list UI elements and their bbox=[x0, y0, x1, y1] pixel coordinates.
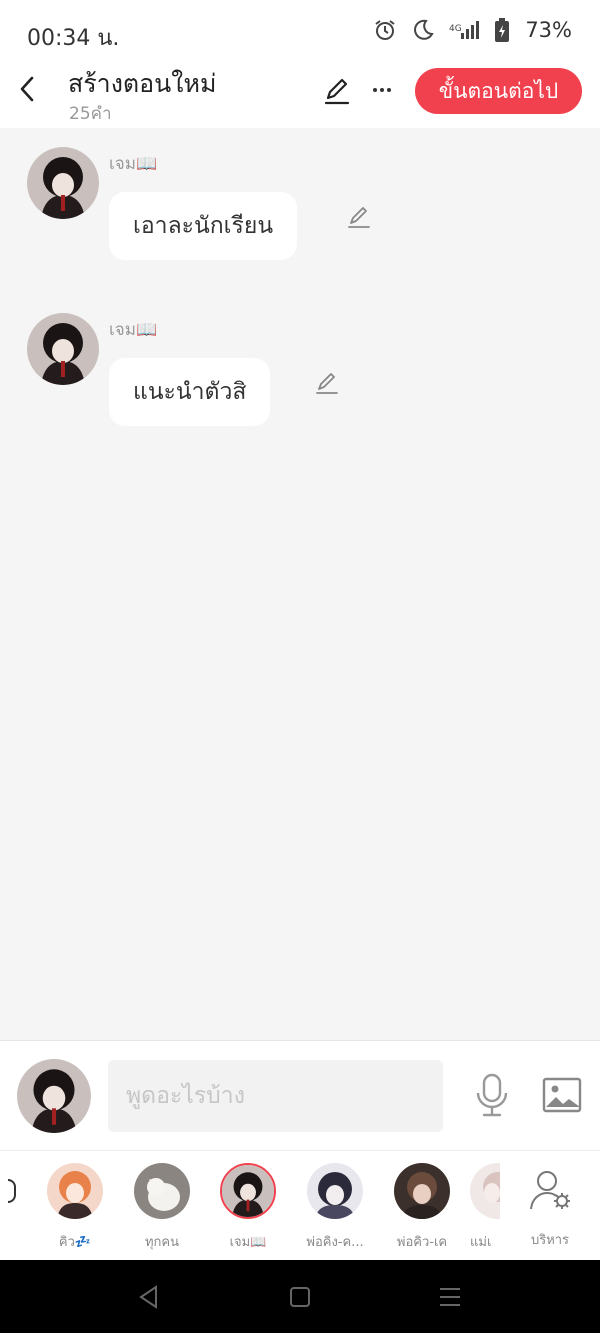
character-avatar bbox=[134, 1163, 190, 1219]
character-selector: คิว💤 ทุกคน เจม📖 พ่อคิง-ค... พ่อคิว-เค แม… bbox=[0, 1150, 600, 1260]
system-nav-bar bbox=[0, 1260, 600, 1333]
character-label: พ่อคิง-ค... bbox=[306, 1235, 364, 1250]
character-label: ทุกคน bbox=[144, 1235, 180, 1250]
dot-icon bbox=[373, 88, 377, 92]
nav-back-button[interactable] bbox=[136, 1284, 162, 1310]
character-avatar bbox=[394, 1163, 450, 1219]
message-bubble[interactable]: แนะนำตัวสิ bbox=[109, 358, 271, 426]
status-time: 00:34 น. bbox=[27, 26, 120, 51]
battery-percent: 73% bbox=[525, 18, 572, 42]
nav-home-button[interactable] bbox=[287, 1284, 313, 1310]
character-label: คิว💤 bbox=[58, 1235, 92, 1250]
image-icon bbox=[542, 1077, 582, 1113]
character-avatar bbox=[47, 1163, 103, 1219]
character-item[interactable]: ทุกคน bbox=[123, 1163, 201, 1252]
word-count: 25คำ bbox=[69, 104, 112, 124]
composer: พูดอะไรบ้าง bbox=[0, 1040, 600, 1150]
character-item[interactable]: พ่อคิง-ค... bbox=[296, 1163, 374, 1252]
menu-lines-icon bbox=[440, 1288, 460, 1306]
character-avatar bbox=[470, 1163, 500, 1219]
nav-menu-button[interactable] bbox=[437, 1284, 463, 1310]
character-avatar-selected bbox=[220, 1163, 276, 1219]
character-item[interactable]: เจม📖 bbox=[209, 1163, 287, 1252]
sender-name: เจม📖 bbox=[109, 154, 158, 174]
triangle-back-icon bbox=[139, 1285, 157, 1309]
message-input[interactable]: พูดอะไรบ้าง bbox=[108, 1060, 443, 1132]
edit-message-button[interactable] bbox=[314, 370, 340, 396]
moon-icon bbox=[414, 19, 434, 40]
status-bar: 00:34 น. 4G 73% bbox=[0, 0, 600, 60]
chevron-left-icon bbox=[20, 76, 34, 102]
current-speaker-avatar[interactable] bbox=[17, 1059, 91, 1133]
message-bubble[interactable]: เอาละนักเรียน bbox=[109, 192, 298, 260]
pencil-icon bbox=[324, 78, 350, 105]
header: สร้างตอนใหม่ 25คำ ขั้นตอนต่อไป bbox=[0, 60, 600, 128]
edit-title-button[interactable] bbox=[322, 76, 352, 106]
user-settings-icon bbox=[530, 1171, 570, 1210]
character-label: แม่เ bbox=[470, 1235, 492, 1250]
edit-message-button[interactable] bbox=[346, 204, 372, 230]
square-home-icon bbox=[290, 1287, 310, 1307]
battery-icon bbox=[495, 18, 510, 42]
pencil-icon bbox=[348, 207, 370, 228]
next-step-button[interactable]: ขั้นตอนต่อไป bbox=[415, 68, 582, 114]
microphone-button[interactable] bbox=[474, 1073, 510, 1117]
manage-characters-button[interactable]: บริหาร bbox=[520, 1169, 580, 1250]
svg-text:4G: 4G bbox=[449, 24, 462, 34]
manage-label: บริหาร bbox=[530, 1233, 570, 1248]
avatar[interactable] bbox=[27, 147, 99, 219]
chat-area[interactable]: เจม📖 เอาละนักเรียน เจม📖 แนะนำตัวสิ bbox=[0, 128, 600, 1040]
dot-icon bbox=[387, 88, 391, 92]
image-button[interactable] bbox=[542, 1077, 582, 1113]
pencil-icon bbox=[316, 373, 338, 394]
character-item[interactable]: แม่เ bbox=[470, 1163, 500, 1252]
character-item[interactable]: คิว💤 bbox=[36, 1163, 114, 1252]
character-item[interactable]: พ่อคิว-เค bbox=[383, 1163, 461, 1252]
character-avatar bbox=[307, 1163, 363, 1219]
signal-icon: 4G bbox=[449, 21, 480, 39]
avatar[interactable] bbox=[27, 313, 99, 385]
page-title: สร้างตอนใหม่ bbox=[68, 69, 217, 98]
character-label: เจม📖 bbox=[229, 1235, 267, 1250]
dot-icon bbox=[380, 88, 384, 92]
back-button[interactable] bbox=[14, 74, 40, 104]
more-options-button[interactable] bbox=[368, 78, 396, 102]
character-label: พ่อคิว-เค bbox=[396, 1235, 448, 1250]
microphone-icon bbox=[476, 1073, 508, 1117]
partial-avatar bbox=[8, 1179, 16, 1203]
alarm-icon bbox=[375, 20, 395, 40]
sender-name: เจม📖 bbox=[109, 320, 158, 340]
